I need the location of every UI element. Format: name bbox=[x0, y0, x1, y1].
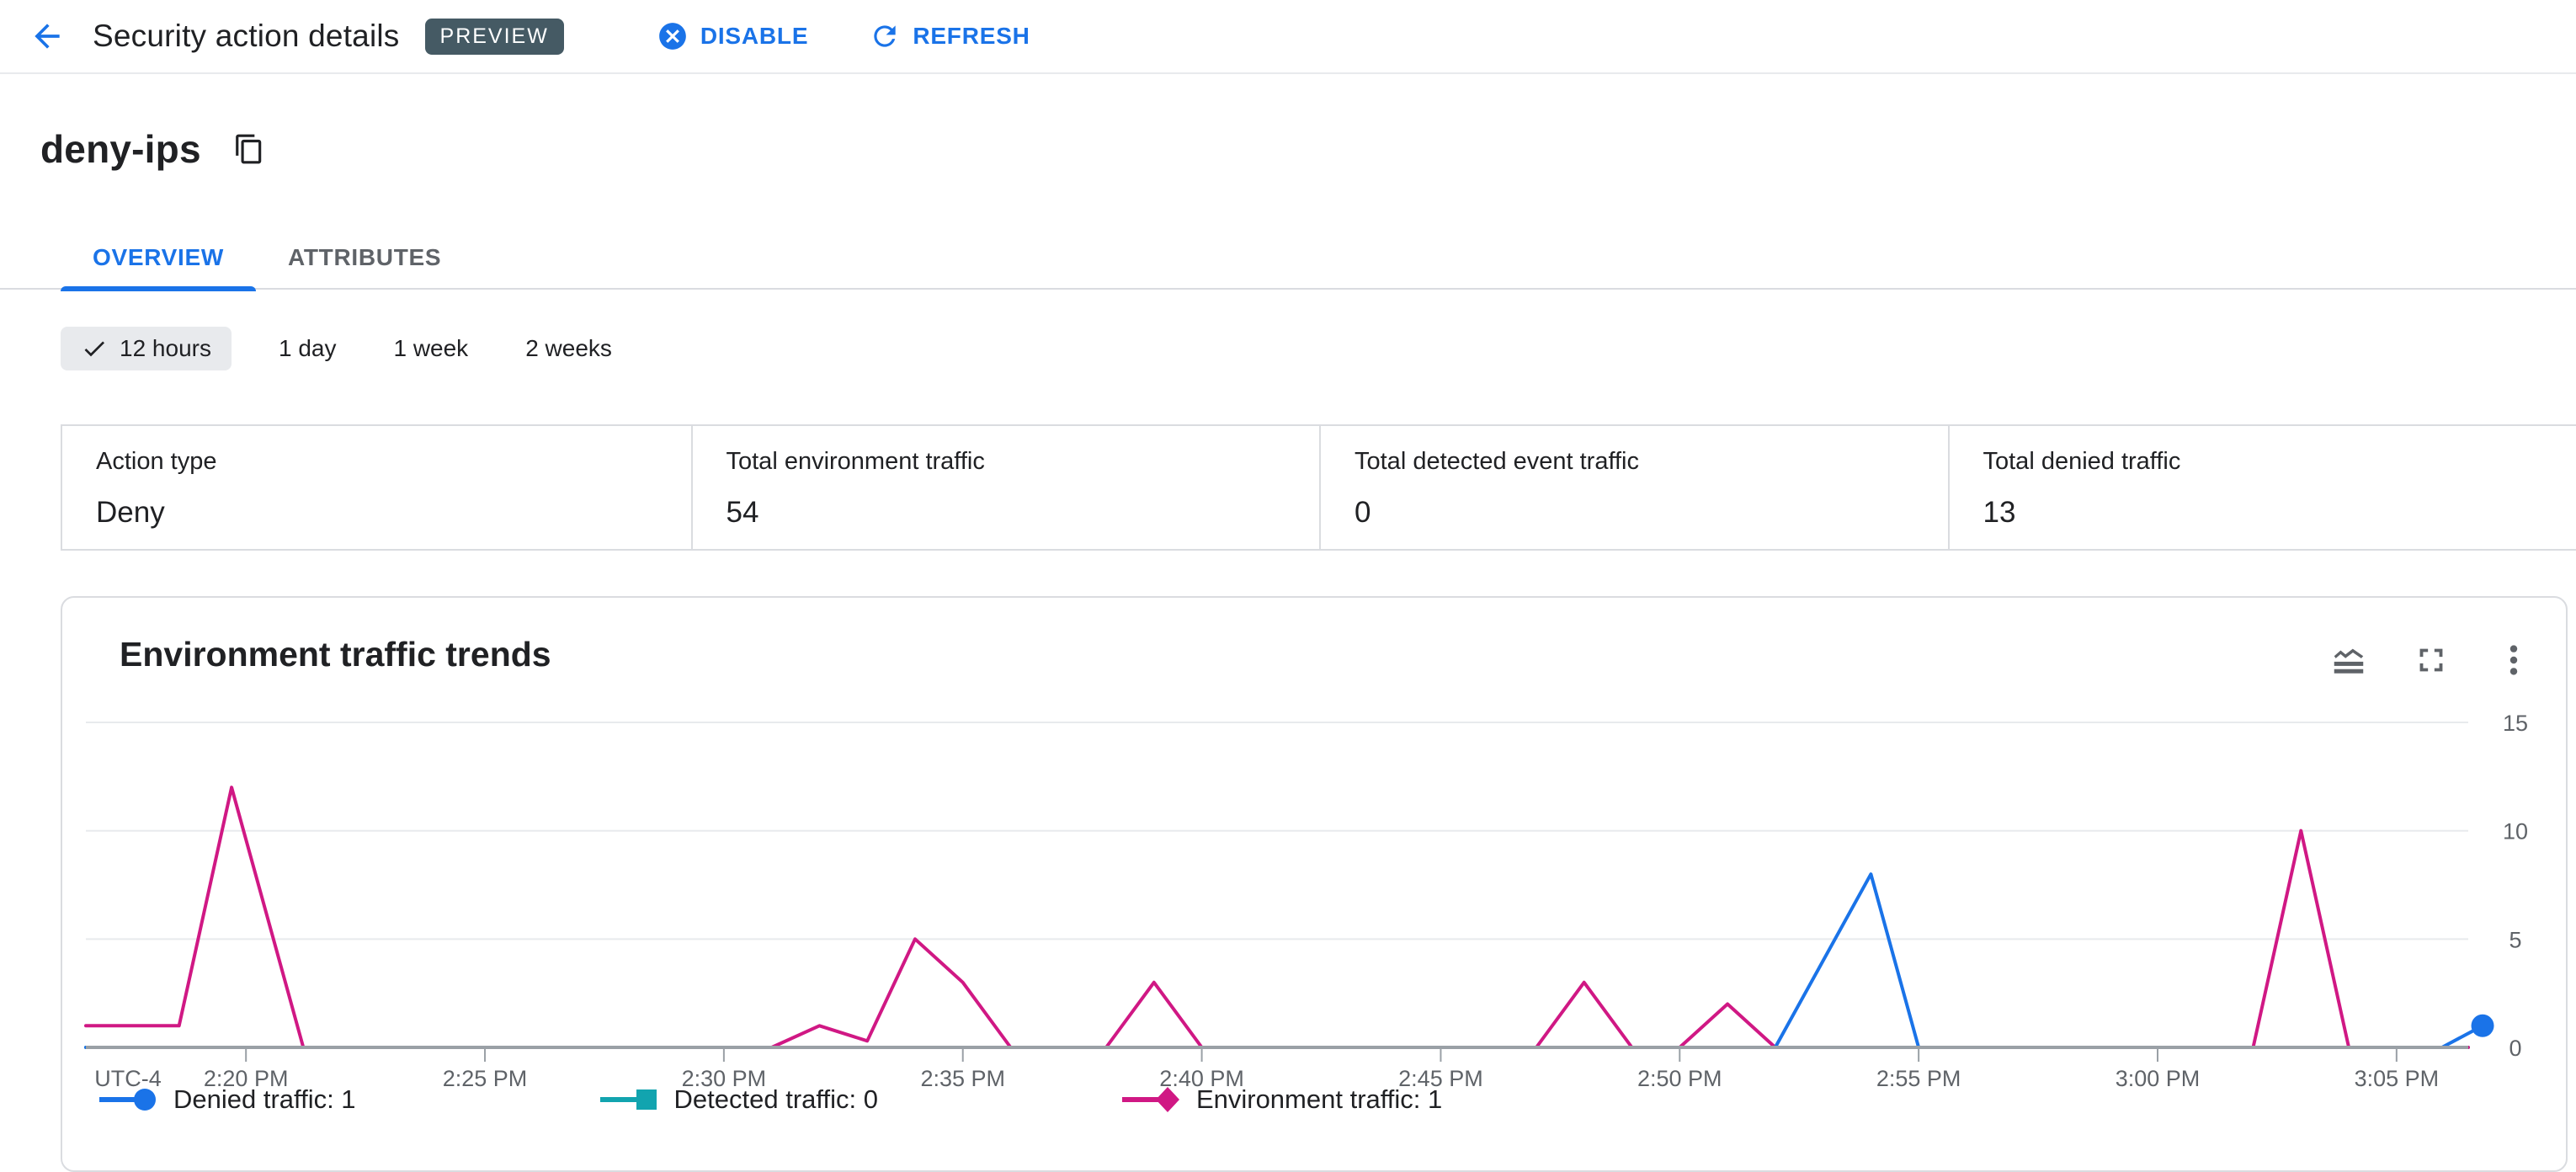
series-line-denied-traffic bbox=[86, 874, 2483, 1047]
cancel-circle-icon bbox=[657, 20, 689, 52]
time-range-chip-label: 2 weeks bbox=[525, 335, 612, 362]
stat-label: Total detected event traffic bbox=[1355, 448, 1948, 476]
copy-name-button[interactable] bbox=[232, 131, 267, 167]
app-bar: Security action details PREVIEW DISABLE … bbox=[0, 0, 2576, 74]
time-range-chip-label: 1 day bbox=[279, 335, 337, 362]
stat-label: Total environment traffic bbox=[726, 448, 1320, 476]
tab-label: ATTRIBUTES bbox=[288, 244, 441, 271]
series-line-environment-traffic bbox=[86, 787, 2468, 1047]
stat-value: 54 bbox=[726, 496, 1320, 530]
stat-label: Action type bbox=[96, 448, 691, 476]
stat-total-denied-traffic: Total denied traffic 13 bbox=[1948, 426, 2576, 549]
preview-badge: PREVIEW bbox=[425, 19, 564, 55]
stat-total-detected-event-traffic: Total detected event traffic 0 bbox=[1319, 426, 1948, 549]
y-tick-label: 10 bbox=[2503, 819, 2528, 844]
action-heading: deny-ips bbox=[40, 126, 267, 172]
time-range-chip-12-hours[interactable]: 12 hours bbox=[61, 327, 232, 370]
refresh-icon bbox=[869, 20, 901, 52]
check-icon bbox=[81, 335, 108, 362]
tab-attributes[interactable]: ATTRIBUTES bbox=[256, 226, 473, 290]
legend-item-detected-traffic[interactable]: Detected traffic: 0 bbox=[599, 1084, 878, 1115]
active-tab-indicator bbox=[61, 286, 256, 291]
time-range-chip-1-day[interactable]: 1 day bbox=[269, 327, 347, 370]
stat-total-environment-traffic: Total environment traffic 54 bbox=[691, 426, 1320, 549]
x-tick-label: 2:50 PM bbox=[1637, 1066, 1722, 1091]
content-copy-icon bbox=[233, 133, 265, 165]
back-button[interactable] bbox=[25, 14, 69, 58]
x-tick-label: 3:05 PM bbox=[2355, 1066, 2440, 1091]
legend-label: Detected traffic: 0 bbox=[674, 1084, 878, 1115]
legend-item-environment-traffic[interactable]: Environment traffic: 1 bbox=[1120, 1084, 1442, 1115]
time-range-chip-1-week[interactable]: 1 week bbox=[383, 327, 478, 370]
legend-label: Denied traffic: 1 bbox=[173, 1084, 356, 1115]
time-range-chip-label: 12 hours bbox=[120, 335, 211, 362]
disable-button-label: DISABLE bbox=[700, 23, 809, 50]
legend-label: Environment traffic: 1 bbox=[1196, 1084, 1442, 1115]
legend-marker-diamond bbox=[1120, 1087, 1183, 1112]
disable-button[interactable]: DISABLE bbox=[645, 12, 821, 61]
stat-label: Total denied traffic bbox=[1983, 448, 2576, 476]
stat-action-type: Action type Deny bbox=[62, 426, 691, 549]
y-tick-label: 5 bbox=[2509, 927, 2521, 952]
stat-value: 0 bbox=[1355, 496, 1948, 530]
time-range-chip-2-weeks[interactable]: 2 weeks bbox=[515, 327, 622, 370]
stat-value: Deny bbox=[96, 496, 691, 530]
chart-card: Environment traffic trends 2:20 PM2:25 P… bbox=[61, 596, 2568, 1172]
refresh-button[interactable]: REFRESH bbox=[857, 12, 1041, 61]
tab-label: OVERVIEW bbox=[93, 244, 224, 271]
stat-value: 13 bbox=[1983, 496, 2576, 530]
tab-overview[interactable]: OVERVIEW bbox=[61, 226, 256, 290]
x-tick-label: 2:55 PM bbox=[1876, 1066, 1961, 1091]
legend-marker-circle bbox=[98, 1087, 160, 1112]
stats-strip: Action typeDenyTotal environment traffic… bbox=[61, 424, 2576, 551]
latest-point-dot bbox=[2472, 1015, 2494, 1037]
legend-marker-square bbox=[599, 1087, 661, 1112]
arrow-back-icon bbox=[29, 18, 66, 55]
tab-bar: OVERVIEW ATTRIBUTES bbox=[61, 226, 473, 290]
action-name: deny-ips bbox=[40, 126, 201, 172]
page-title: Security action details bbox=[93, 19, 400, 54]
x-tick-label: 3:00 PM bbox=[2116, 1066, 2201, 1091]
chart-legend: Denied traffic: 1 Detected traffic: 0 Envi… bbox=[98, 1084, 1442, 1115]
time-range-chip-label: 1 week bbox=[393, 335, 468, 362]
y-tick-label: 0 bbox=[2509, 1036, 2521, 1061]
y-tick-label: 15 bbox=[2503, 711, 2528, 736]
time-range-chips: 12 hours 1 day 1 week 2 weeks bbox=[61, 327, 622, 370]
legend-item-denied-traffic[interactable]: Denied traffic: 1 bbox=[98, 1084, 356, 1115]
refresh-button-label: REFRESH bbox=[913, 23, 1030, 50]
